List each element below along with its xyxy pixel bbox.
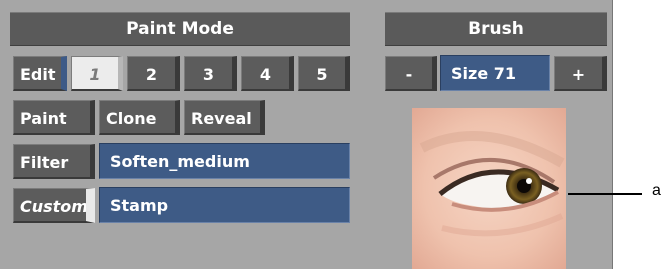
eye-image [412,108,566,269]
slot-5-button[interactable]: 5 [298,56,350,91]
custom-button[interactable]: Custom [13,188,95,223]
callout-label: a [652,182,661,199]
filter-field[interactable]: Soften_medium [99,143,350,179]
brush-size-field[interactable]: Size 71 [440,55,550,91]
brush-header: Brush [385,12,607,46]
slot-2-button[interactable]: 2 [127,56,180,91]
callout-line [568,193,642,195]
paint-button[interactable]: Paint [13,100,95,135]
slot-4-button[interactable]: 4 [241,56,294,91]
slot-1-button[interactable]: 1 [71,56,123,91]
brush-size-decrease-button[interactable]: - [385,56,437,91]
clone-button[interactable]: Clone [99,100,180,135]
filter-button[interactable]: Filter [13,144,95,179]
slot-3-button[interactable]: 3 [184,56,237,91]
brush-preview-image [412,108,566,269]
paint-panel: Paint Mode Brush Edit 1 2 3 4 5 - Size 7… [0,0,613,269]
edit-button[interactable]: Edit [13,56,67,91]
brush-size-increase-button[interactable]: + [554,56,607,91]
reveal-button[interactable]: Reveal [184,100,265,135]
paint-mode-header: Paint Mode [10,12,350,46]
custom-field[interactable]: Stamp [99,187,350,223]
